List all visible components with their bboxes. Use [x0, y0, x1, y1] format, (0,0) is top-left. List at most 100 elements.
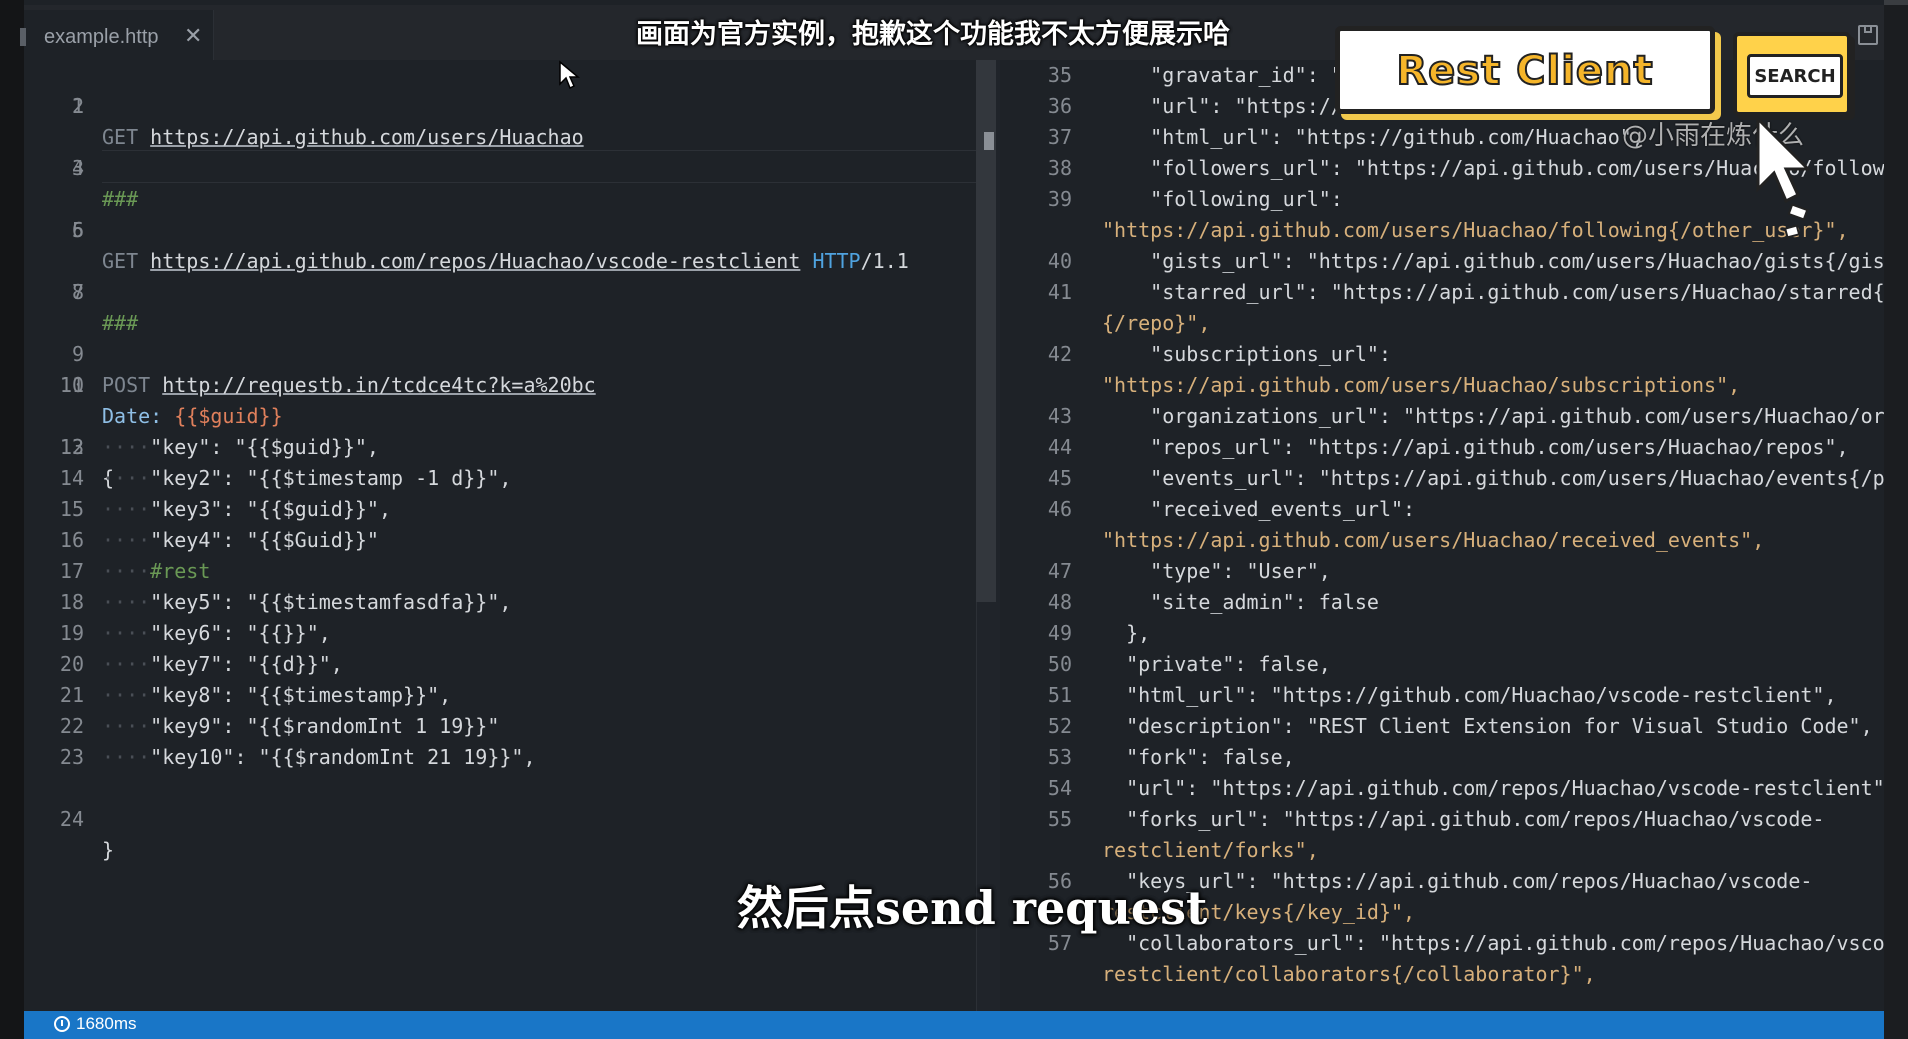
response-text: "received_events_url":	[1102, 497, 1416, 521]
line-number: 48	[1047, 590, 1072, 614]
scrollbar-thumb[interactable]	[984, 132, 994, 150]
body-entry: "key6": "{{}}",	[150, 621, 331, 645]
line-number: 20	[59, 652, 84, 676]
body-entry: "key2": "{{$timestamp -1 d}}",	[150, 466, 512, 490]
editor-line: 3 ###	[24, 122, 138, 211]
response-text: "events_url": "https://api.github.com/us…	[1150, 466, 1884, 490]
response-text: restclient/collaborators{/collaborator}"…	[1102, 962, 1596, 986]
search-badge-label: SEARCH	[1747, 54, 1843, 98]
line-number: 19	[59, 621, 84, 645]
indent-guide: ····	[102, 652, 151, 676]
line-number: 40	[1047, 249, 1072, 273]
line-number: 11	[59, 373, 84, 397]
response-text: "gravatar_id": "",	[1102, 63, 1367, 87]
line-number: 15	[59, 497, 84, 521]
line-number: 44	[1047, 435, 1072, 459]
line-number: 51	[1047, 683, 1072, 707]
response-text: "description": "REST Client Extension fo…	[1102, 714, 1873, 738]
subtitle-bottom: 然后点send request	[737, 881, 1208, 935]
mouse-cursor-icon	[559, 60, 580, 90]
indent-guide: ····	[102, 466, 151, 490]
indent-guide: ····	[102, 621, 151, 645]
body-entry: "key5": "{{$timestamfasdfa}}",	[150, 590, 512, 614]
response-text: "starred_url": "https://api.github.com/u…	[1102, 280, 1884, 304]
line-number: 36	[1047, 94, 1072, 118]
indent-guide: ····	[102, 528, 151, 552]
request-url[interactable]: https://api.github.com/users/Huachao	[150, 125, 583, 149]
header-value: {{$guid}}	[174, 404, 283, 428]
line-number: 50	[1047, 652, 1072, 676]
editor-line: 12 {	[24, 401, 114, 490]
line-number: 16	[59, 528, 84, 552]
response-text: restclient/forks",	[1102, 838, 1319, 862]
response-text: "private": false,	[1102, 652, 1331, 676]
banner-box: Rest Client	[1335, 26, 1715, 114]
current-line-highlight	[102, 150, 1020, 183]
line-number: 17	[59, 559, 84, 583]
indent-guide: ····	[102, 745, 151, 769]
response-text: },	[1102, 621, 1151, 645]
response-text: "https://api.github.com/users/Huachao/su…	[1102, 373, 1741, 397]
tab-label: example.http	[44, 26, 159, 48]
body-brace: }	[102, 838, 115, 862]
save-icon[interactable]	[1858, 25, 1878, 45]
line-number: 8	[71, 280, 84, 304]
close-icon[interactable]: ✕	[184, 26, 202, 48]
search-badge: SEARCH	[1733, 32, 1851, 116]
response-text: "html_url": "https://github.com/Huachao/…	[1102, 683, 1837, 707]
response-text: "type": "User",	[1102, 559, 1331, 583]
response-text: "subscriptions_url":	[1102, 342, 1391, 366]
line-number: 24	[59, 807, 84, 831]
status-bar: 1680ms	[24, 1011, 1884, 1039]
line-number: 2	[71, 94, 84, 118]
line-number: 49	[1047, 621, 1072, 645]
response-text: {/repo}",	[1102, 311, 1211, 335]
response-text: "fork": false,	[1102, 745, 1295, 769]
banner-title: Rest Client	[1395, 47, 1654, 95]
body-entry: "key3": "{{$guid}}",	[150, 497, 391, 521]
body-entry: "key10": "{{$randomInt 21 19}}",	[150, 745, 536, 769]
line-number: 37	[1047, 125, 1072, 149]
indent-guide: ····	[102, 559, 151, 583]
editor-line: 7 ###	[24, 246, 138, 335]
line-number: 52	[1047, 714, 1072, 738]
http-version-number: /1.1	[860, 249, 909, 273]
line-number: 46	[1047, 497, 1072, 521]
subtitle-top: 画面为官方实例，抱歉这个功能我不太方便展示哈	[636, 19, 1230, 50]
line-number: 41	[1047, 280, 1072, 304]
line-number: 43	[1047, 404, 1072, 428]
http-method: GET	[102, 125, 139, 149]
response-text: "forks_url": "https://api.github.com/rep…	[1102, 807, 1825, 831]
response-text: "organizations_url": "https://api.github…	[1102, 404, 1884, 428]
request-url[interactable]: https://api.github.com/repos/Huachao/vsc…	[150, 249, 800, 273]
response-text: "gists_url": "https://api.github.com/use…	[1102, 249, 1884, 273]
response-time[interactable]: 1680ms	[54, 1014, 136, 1034]
line-number: 13	[59, 435, 84, 459]
body-entry: "key7": "{{d}}",	[150, 652, 343, 676]
tab-example-http[interactable]: example.http ✕	[20, 10, 214, 65]
request-url[interactable]: http://requestb.in/tcdce4tc?k=a%20bc	[162, 373, 595, 397]
clock-icon	[54, 1016, 70, 1032]
request-separator: ###	[102, 187, 139, 211]
body-comment: #rest	[150, 559, 211, 583]
response-text: "collaborators_url": "https://api.github…	[1102, 931, 1884, 955]
request-editor[interactable]: 1 GET https://api.github.com/users/Huach…	[24, 60, 1020, 1011]
editor-line: 10 Date: {{$guid}}	[24, 339, 283, 428]
indent-guide: ····	[102, 590, 151, 614]
http-method: POST	[102, 373, 151, 397]
http-method: GET	[102, 249, 139, 273]
http-version-label: HTTP	[812, 249, 861, 273]
rest-client-banner: Rest Client SEARCH	[1335, 22, 1851, 120]
line-number: 45	[1047, 466, 1072, 490]
response-text: "following_url":	[1102, 187, 1343, 211]
line-number: 55	[1047, 807, 1072, 831]
line-number: 21	[59, 683, 84, 707]
line-number: 39	[1047, 187, 1072, 211]
line-number: 42	[1047, 342, 1072, 366]
line-number: 6	[71, 218, 84, 242]
editor-line: 5 GET https://api.github.com/repos/Huach…	[24, 184, 909, 273]
indent-guide: ····	[102, 683, 151, 707]
body-entry: "key": "{{$guid}}",	[150, 435, 379, 459]
response-text: "keys_url": "https://api.github.com/repo…	[1102, 869, 1813, 893]
response-text: "url": "https://api.github.com/repos/Hua…	[1102, 776, 1884, 800]
